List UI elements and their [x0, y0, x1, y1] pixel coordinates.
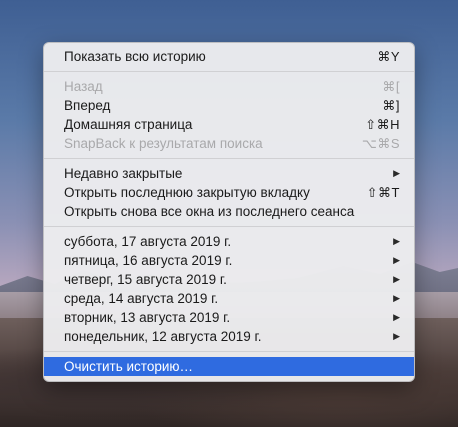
menu-separator [44, 158, 414, 159]
menu-item-show-all-history[interactable]: Показать всю историю ⌘Y [44, 47, 414, 66]
menu-item-label: Открыть последнюю закрытую вкладку [64, 185, 310, 200]
menu-item-label: вторник, 13 августа 2019 г. [64, 310, 231, 325]
menu-item-label: четверг, 15 августа 2019 г. [64, 272, 227, 287]
menu-separator [44, 71, 414, 72]
menu-item-reopen-all-windows[interactable]: Открыть снова все окна из последнего сеа… [44, 202, 414, 221]
menu-item-home-page[interactable]: Домашняя страница ⇧⌘H [44, 115, 414, 134]
menu-item-shortcut: ⌘[ [382, 79, 400, 94]
menu-item-shortcut: ⌥⌘S [361, 136, 400, 151]
submenu-arrow-icon: ▶ [393, 274, 400, 284]
menu-item-back[interactable]: Назад ⌘[ [44, 77, 414, 96]
menu-item-snapback[interactable]: SnapBack к результатам поиска ⌥⌘S [44, 134, 414, 153]
menu-item-label: Открыть снова все окна из последнего сеа… [64, 204, 355, 219]
menu-item-shortcut: ⇧⌘T [366, 185, 400, 200]
menu-item-label: среда, 14 августа 2019 г. [64, 291, 219, 306]
submenu-arrow-icon: ▶ [393, 255, 400, 265]
submenu-arrow-icon: ▶ [393, 168, 400, 178]
menu-item-shortcut: ⌘Y [377, 49, 400, 64]
menu-item-recently-closed[interactable]: Недавно закрытые ▶ [44, 164, 414, 183]
menu-item-history-day[interactable]: пятница, 16 августа 2019 г. ▶ [44, 251, 414, 270]
submenu-arrow-icon: ▶ [393, 293, 400, 303]
menu-item-shortcut: ⌘] [382, 98, 400, 113]
menu-item-label: SnapBack к результатам поиска [64, 136, 263, 151]
submenu-arrow-icon: ▶ [393, 331, 400, 341]
menu-item-label: Назад [64, 79, 103, 94]
menu-item-label: Очистить историю… [64, 359, 194, 374]
menu-item-label: Показать всю историю [64, 49, 206, 64]
history-menu: Показать всю историю ⌘Y Назад ⌘[ Вперед … [43, 42, 415, 382]
menu-item-forward[interactable]: Вперед ⌘] [44, 96, 414, 115]
menu-item-reopen-last-tab[interactable]: Открыть последнюю закрытую вкладку ⇧⌘T [44, 183, 414, 202]
menu-item-history-day[interactable]: среда, 14 августа 2019 г. ▶ [44, 289, 414, 308]
menu-item-history-day[interactable]: понедельник, 12 августа 2019 г. ▶ [44, 327, 414, 346]
menu-item-label: Домашняя страница [64, 117, 193, 132]
menu-separator [44, 351, 414, 352]
menu-item-shortcut: ⇧⌘H [365, 117, 400, 132]
menu-item-label: Вперед [64, 98, 111, 113]
menu-item-clear-history[interactable]: Очистить историю… [44, 357, 414, 376]
submenu-arrow-icon: ▶ [393, 312, 400, 322]
menu-item-history-day[interactable]: суббота, 17 августа 2019 г. ▶ [44, 232, 414, 251]
menu-item-history-day[interactable]: четверг, 15 августа 2019 г. ▶ [44, 270, 414, 289]
menu-item-label: понедельник, 12 августа 2019 г. [64, 329, 262, 344]
menu-item-history-day[interactable]: вторник, 13 августа 2019 г. ▶ [44, 308, 414, 327]
menu-separator [44, 226, 414, 227]
submenu-arrow-icon: ▶ [393, 236, 400, 246]
menu-item-label: Недавно закрытые [64, 166, 183, 181]
menu-item-label: пятница, 16 августа 2019 г. [64, 253, 233, 268]
menu-item-label: суббота, 17 августа 2019 г. [64, 234, 232, 249]
